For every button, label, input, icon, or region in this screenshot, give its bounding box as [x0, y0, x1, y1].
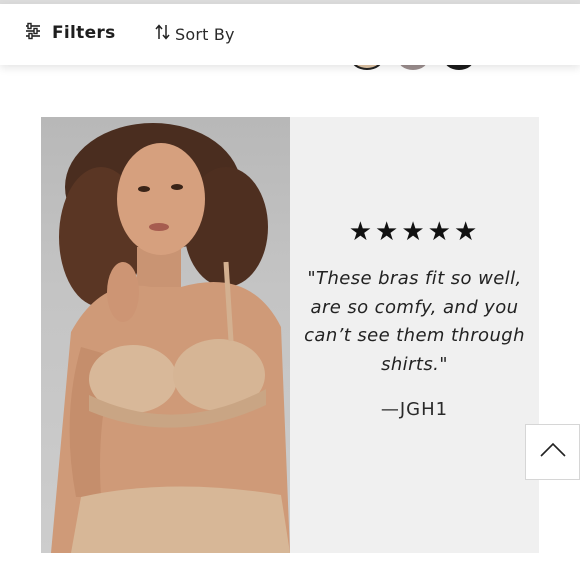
scroll-to-top-button[interactable] — [525, 424, 580, 480]
sliders-icon — [24, 22, 42, 44]
sort-by-button[interactable]: Sort By — [155, 23, 235, 45]
sort-by-label: Sort By — [175, 24, 235, 44]
sort-arrows-icon — [155, 23, 171, 45]
chevron-up-icon — [539, 442, 566, 462]
filters-button[interactable]: Filters — [24, 22, 116, 44]
filter-sort-toolbar: Filters Sort By — [0, 4, 580, 65]
review-card: ★★★★★ "These bras fit so well, are so co… — [41, 117, 539, 553]
model-photo — [41, 117, 290, 553]
testimonial-quote: "These bras fit so well, are so comfy, a… — [304, 268, 525, 375]
page: Filters Sort By ★★★★★ "These bras fit so… — [0, 0, 580, 580]
testimonial-author: —JGH1 — [380, 399, 449, 420]
filters-label: Filters — [52, 23, 116, 43]
star-rating: ★★★★★ — [348, 217, 481, 247]
model-illustration — [51, 123, 290, 553]
testimonial-panel: ★★★★★ "These bras fit so well, are so co… — [290, 117, 539, 553]
